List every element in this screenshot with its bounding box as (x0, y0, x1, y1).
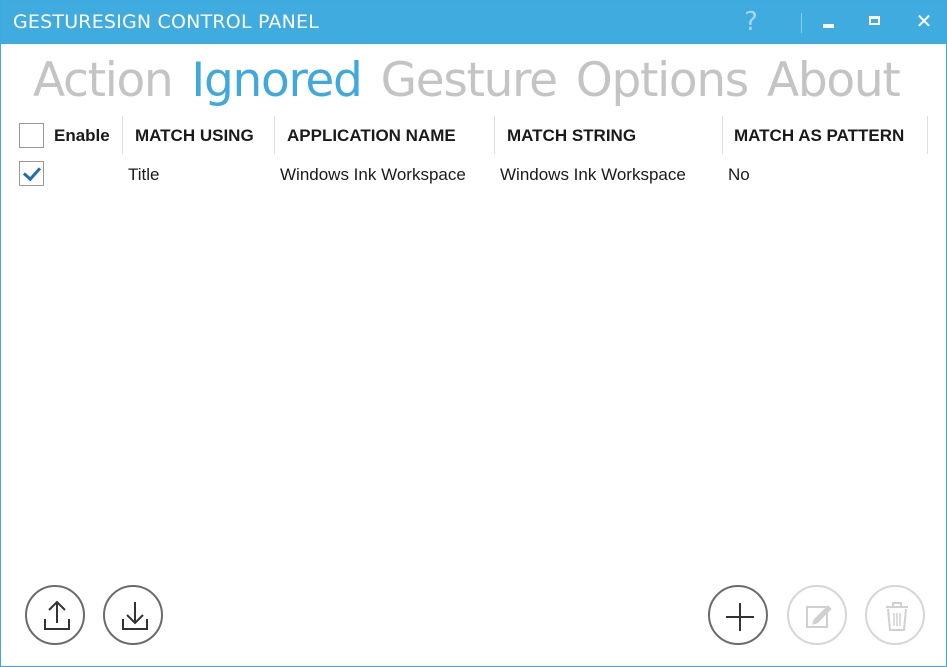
cell-match-string: Windows Ink Workspace (500, 165, 686, 184)
minimize-icon (823, 24, 834, 28)
add-button[interactable] (708, 585, 768, 645)
column-header-match-string[interactable]: MATCH STRING (507, 116, 636, 156)
export-icon (44, 600, 70, 630)
minimize-button[interactable] (811, 1, 845, 44)
ignored-apps-table: Enable MATCH USING APPLICATION NAME MATC… (16, 116, 946, 196)
column-divider[interactable] (122, 116, 123, 154)
export-button[interactable] (25, 585, 85, 645)
plus-icon (726, 603, 754, 631)
trash-icon (886, 602, 908, 631)
select-all-checkbox[interactable] (19, 123, 44, 148)
tab-bar: Action Ignored Gesture Options About (33, 51, 918, 111)
edit-icon (806, 605, 832, 628)
maximize-button[interactable] (857, 1, 891, 44)
tab-options[interactable]: Options (576, 51, 750, 111)
title-bar[interactable]: GESTURESIGN CONTROL PANEL ? ✕ (1, 1, 946, 44)
tab-about[interactable]: About (767, 51, 901, 111)
edit-button[interactable] (787, 585, 847, 645)
cell-match-as-pattern: No (728, 165, 750, 184)
column-header-match-using[interactable]: MATCH USING (135, 116, 254, 156)
delete-button[interactable] (865, 585, 925, 645)
maximize-icon (869, 16, 880, 25)
close-button[interactable]: ✕ (906, 1, 942, 44)
import-button[interactable] (103, 585, 163, 645)
app-window: GESTURESIGN CONTROL PANEL ? ✕ Action Ign… (0, 0, 947, 667)
column-divider[interactable] (274, 116, 275, 154)
help-button[interactable]: ? (733, 1, 769, 44)
column-header-enable[interactable]: Enable (54, 116, 110, 156)
window-title: GESTURESIGN CONTROL PANEL (13, 11, 320, 33)
row-enable-checkbox[interactable] (19, 161, 44, 186)
table-row[interactable]: Title Windows Ink Workspace Windows Ink … (16, 156, 946, 196)
titlebar-divider (801, 13, 802, 33)
table-header: Enable MATCH USING APPLICATION NAME MATC… (16, 116, 946, 156)
column-header-application-name[interactable]: APPLICATION NAME (287, 116, 456, 156)
column-divider[interactable] (494, 116, 495, 154)
tab-gesture[interactable]: Gesture (381, 51, 558, 111)
import-icon (122, 602, 148, 630)
tab-ignored[interactable]: Ignored (191, 51, 362, 111)
column-divider[interactable] (722, 116, 723, 154)
cell-application-name: Windows Ink Workspace (280, 165, 466, 184)
cell-match-using: Title (128, 165, 160, 184)
tab-action[interactable]: Action (33, 51, 174, 111)
column-header-match-as-pattern[interactable]: MATCH AS PATTERN (734, 116, 904, 156)
column-divider[interactable] (927, 116, 928, 154)
